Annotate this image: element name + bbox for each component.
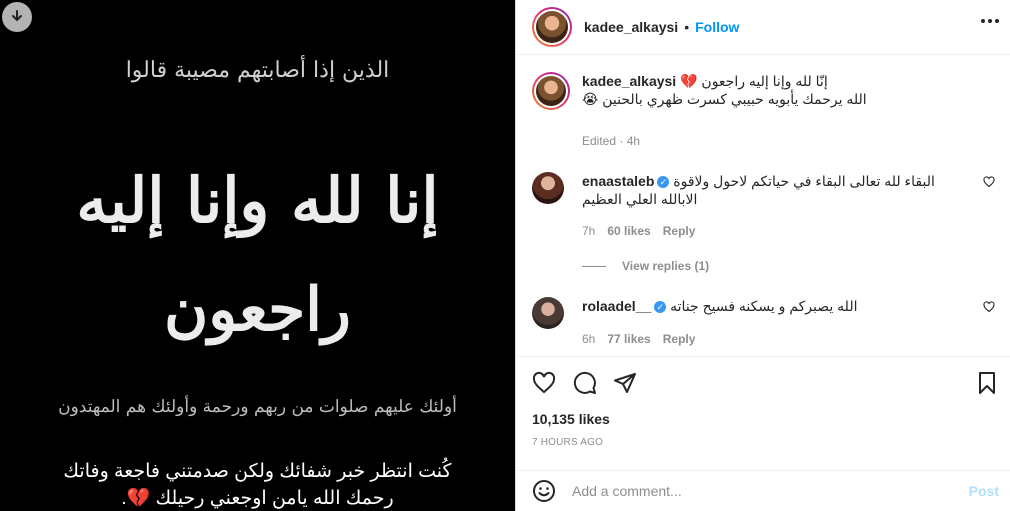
comment-avatar[interactable] (532, 172, 564, 204)
post-panel: kadee_alkaysi • Follow kadee_alkaysi إنّ… (515, 0, 1010, 511)
comment-reply-button[interactable]: Reply (663, 224, 696, 238)
post-image: الذين إذا أصابتهم مصيبة قالوا إنا لله وإ… (0, 0, 515, 511)
comment-body: rolaadel__ ✓ الله يصبركم و يسكنه فسيح جنا… (582, 297, 969, 315)
follow-button[interactable]: Follow (695, 19, 739, 35)
caption-edited: Edited · 4h (582, 134, 641, 148)
add-comment-bar: Post (516, 470, 1010, 511)
calligraphy-bottom: أولئك عليهم صلوات من ربهم ورحمة وأولئك ه… (58, 397, 457, 417)
share-icon[interactable] (613, 371, 637, 395)
comments-section: kadee_alkaysi إنّا لله وإنا إليه راجعون … (516, 56, 1010, 356)
caption-line1: إنّا لله وإنا إليه راجعون 💔 (680, 73, 828, 89)
comment-like-heart-icon[interactable] (983, 176, 995, 188)
comment-username[interactable]: rolaadel__ (582, 298, 651, 314)
caption-body: kadee_alkaysi إنّا لله وإنا إليه راجعون … (582, 72, 969, 108)
calligraphy-top: الذين إذا أصابتهم مصيبة قالوا (125, 58, 390, 83)
avatar (536, 76, 566, 106)
calligraphy-main-line2: راجعون (164, 275, 351, 345)
comment-item: enaastaleb ✓ البقاء لله تعالى البقاء في ح… (532, 172, 995, 252)
comment-item: rolaadel__ ✓ الله يصبركم و يسكنه فسيح جنا… (532, 297, 995, 357)
comment-meta: 7h 60 likes Reply (582, 224, 695, 238)
caption-avatar-ring[interactable] (532, 72, 570, 110)
caption-line2: الله يرحمك يأبويه حبيبي كسرت ظهري بالحني… (582, 91, 867, 107)
comment-body: enaastaleb ✓ البقاء لله تعالى البقاء في ح… (582, 172, 969, 208)
post-comment-button[interactable]: Post (969, 483, 999, 499)
likes-count[interactable]: 10,135 likes (532, 411, 610, 427)
header-separator: • (684, 19, 690, 35)
avatar (536, 11, 568, 43)
view-replies-line (582, 265, 606, 267)
post-time-ago[interactable]: 7 HOURS AGO (532, 437, 603, 448)
comment-likes[interactable]: 77 likes (607, 332, 650, 346)
comment-text: الله يصبركم و يسكنه فسيح جناته (670, 298, 858, 314)
post-caption: kadee_alkaysi إنّا لله وإنا إليه راجعون … (532, 72, 995, 152)
comment-icon[interactable] (573, 371, 597, 395)
post-header: kadee_alkaysi • Follow (516, 0, 1010, 55)
view-replies-button[interactable]: View replies (1) (582, 259, 709, 273)
comment-time: 7h (582, 224, 596, 238)
comment-like-heart-icon[interactable] (983, 301, 995, 313)
comment-avatar[interactable] (532, 297, 564, 329)
header-username[interactable]: kadee_alkaysi (584, 19, 678, 35)
more-options-icon[interactable] (981, 19, 999, 23)
emoji-icon[interactable] (532, 479, 556, 503)
verified-badge-icon: ✓ (657, 176, 670, 189)
download-button[interactable] (2, 2, 32, 32)
comment-time: 6h (582, 332, 596, 346)
caption-meta: Edited · 4h (582, 134, 640, 148)
download-icon (12, 10, 22, 22)
image-caption-line1: كُنت انتظر خبر شفائك ولكن صدمتني فاجعة و… (63, 461, 452, 482)
header-avatar-ring[interactable] (532, 7, 572, 47)
image-caption: كُنت انتظر خبر شفائك ولكن صدمتني فاجعة و… (20, 458, 495, 511)
comment-meta: 6h 77 likes Reply (582, 332, 695, 346)
verified-badge-icon: ✓ (654, 301, 667, 314)
image-caption-line2: رحمك الله يامن اوجعني رحيلك 💔. (121, 488, 394, 509)
calligraphy-main-line1: إنا لله وإنا إليه (76, 164, 439, 237)
comment-input[interactable] (572, 483, 952, 499)
comment-reply-button[interactable]: Reply (663, 332, 696, 346)
comment-likes[interactable]: 60 likes (607, 224, 650, 238)
bookmark-icon[interactable] (975, 371, 999, 395)
comment-username[interactable]: enaastaleb (582, 173, 654, 189)
action-bar (516, 356, 1010, 412)
heart-icon[interactable] (532, 371, 556, 395)
view-replies-label: View replies (1) (622, 259, 710, 273)
caption-username[interactable]: kadee_alkaysi (582, 73, 676, 89)
